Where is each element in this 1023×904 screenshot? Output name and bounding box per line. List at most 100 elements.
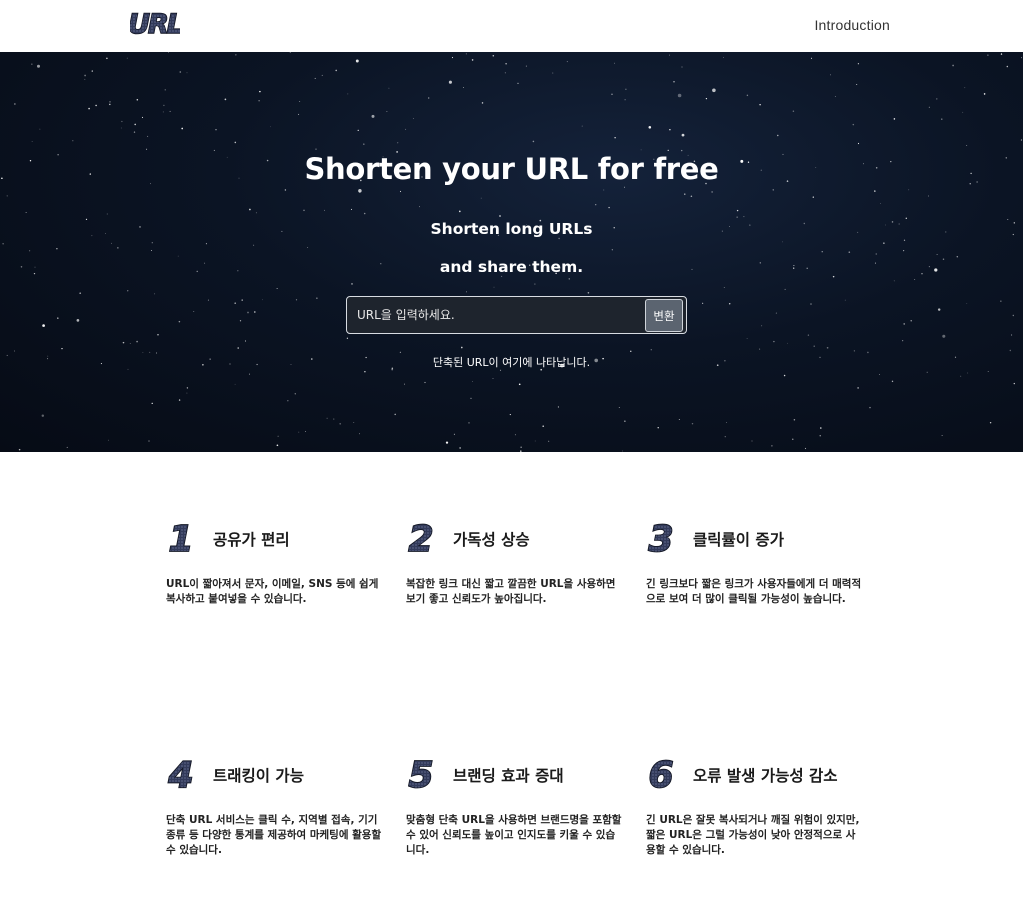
star	[667, 149, 669, 151]
star	[751, 440, 753, 442]
url-form: 변환	[346, 296, 687, 334]
star	[987, 54, 989, 56]
star	[903, 323, 906, 325]
convert-button[interactable]: 변환	[645, 299, 683, 332]
star	[141, 116, 144, 118]
star	[399, 190, 402, 193]
star	[826, 346, 829, 349]
star	[148, 440, 150, 442]
star	[669, 128, 671, 131]
star	[363, 212, 366, 215]
star	[1009, 349, 1011, 352]
star	[761, 325, 763, 327]
star	[241, 299, 243, 301]
star	[813, 345, 815, 347]
star	[234, 302, 237, 305]
star	[504, 72, 506, 74]
feature-item: 6 오류 발생 가능성 감소 긴 URL은 잘못 복사되거나 깨질 위험이 있지…	[646, 756, 864, 856]
star	[532, 140, 535, 143]
star	[630, 350, 632, 352]
star	[804, 447, 807, 450]
star	[471, 59, 474, 61]
star	[926, 371, 928, 373]
star	[357, 129, 359, 132]
star	[640, 149, 642, 151]
star	[534, 440, 536, 442]
star	[614, 62, 616, 64]
star	[154, 293, 156, 295]
star	[966, 303, 968, 305]
star	[353, 422, 355, 424]
logo[interactable]: URL	[130, 6, 180, 40]
hero-title: Shorten your URL for free	[304, 152, 719, 186]
star	[294, 393, 296, 395]
star	[61, 347, 63, 350]
star	[624, 420, 626, 422]
star	[775, 312, 777, 314]
star	[316, 297, 318, 299]
star	[363, 143, 365, 145]
star	[525, 65, 527, 67]
star	[472, 381, 473, 382]
star	[783, 374, 786, 377]
nav-introduction-link[interactable]: Introduction	[814, 17, 890, 33]
star	[611, 93, 613, 95]
star	[481, 102, 484, 104]
star	[678, 419, 680, 421]
star	[121, 120, 123, 123]
star	[162, 111, 164, 113]
star	[705, 98, 708, 100]
star	[852, 123, 855, 126]
star	[419, 206, 420, 208]
star	[618, 406, 620, 409]
star	[908, 189, 910, 191]
star	[832, 275, 835, 278]
number-5-icon: 5	[408, 756, 435, 792]
star	[215, 129, 217, 131]
star	[109, 103, 111, 106]
star	[987, 371, 989, 372]
star	[149, 351, 151, 353]
star	[1006, 65, 1009, 68]
feature-item: 2 가독성 상승 복잡한 링크 대신 짧고 깔끔한 URL을 사용하면 보기 좋…	[406, 520, 624, 605]
star	[287, 400, 289, 402]
star	[902, 340, 904, 342]
url-input[interactable]	[347, 297, 643, 333]
star	[39, 128, 41, 130]
star	[807, 334, 810, 336]
star	[869, 406, 871, 409]
hero-section: Shorten your URL for free Shorten long U…	[0, 52, 1023, 452]
star	[595, 204, 597, 206]
star	[820, 427, 822, 429]
star	[848, 251, 851, 253]
star	[84, 74, 86, 77]
star	[448, 80, 452, 84]
star	[359, 433, 360, 435]
star	[542, 425, 545, 428]
number-4-icon: 4	[167, 756, 195, 792]
star	[857, 63, 860, 65]
star	[983, 93, 986, 95]
number-6-icon: 6	[648, 756, 675, 792]
star	[466, 291, 467, 293]
star	[76, 319, 80, 322]
star	[142, 352, 144, 354]
logo-icon: URL	[130, 8, 180, 40]
star	[445, 441, 449, 444]
star	[793, 419, 796, 421]
star	[614, 137, 616, 139]
star	[746, 94, 749, 97]
star	[883, 242, 885, 244]
star	[989, 421, 992, 424]
star	[347, 93, 349, 95]
star	[677, 93, 682, 98]
star	[712, 88, 716, 93]
star	[681, 133, 685, 137]
star	[1012, 314, 1014, 317]
star	[624, 99, 626, 101]
star	[321, 74, 323, 76]
star	[151, 249, 153, 251]
star	[270, 126, 271, 128]
star	[891, 380, 894, 383]
star	[163, 104, 165, 107]
